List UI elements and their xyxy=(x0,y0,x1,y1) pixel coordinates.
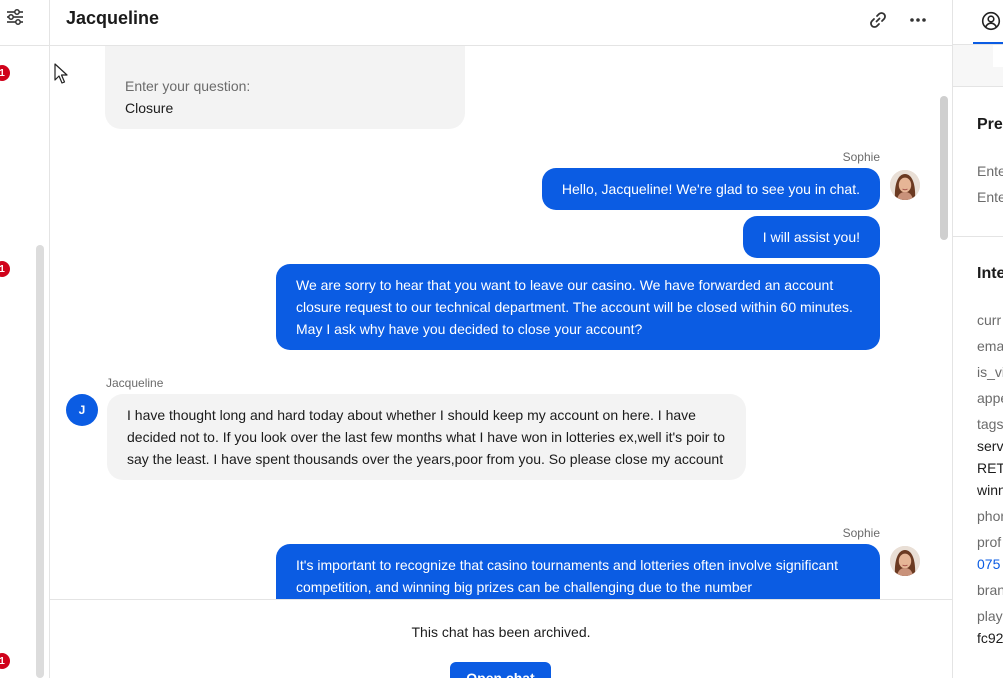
details-toolbar-tab xyxy=(993,45,1003,67)
prechat-question-value: Closure xyxy=(125,100,174,116)
page-title: Jacqueline xyxy=(66,8,160,28)
prechat-form-bubble: Enter your question: Closure xyxy=(105,46,465,129)
link-icon xyxy=(870,12,886,28)
chat-list-strip: 1 1 1 xyxy=(0,0,50,678)
filter-settings-button[interactable] xyxy=(4,6,26,28)
field-value: fc92 xyxy=(977,630,1003,646)
tab-customer-details[interactable] xyxy=(973,0,1003,44)
section-divider xyxy=(953,236,1003,237)
field-value: winn xyxy=(977,482,1003,498)
field-label: appe xyxy=(977,390,1003,406)
chat-header: Jacqueline xyxy=(50,0,952,46)
archived-notice: This chat has been archived. xyxy=(411,624,591,640)
agent-message: It's important to recognize that casino … xyxy=(276,544,880,599)
field-label: is_vi xyxy=(977,364,1003,380)
more-horizontal-icon xyxy=(910,18,926,22)
mouse-pointer-icon xyxy=(54,63,68,84)
prechat-section-heading: Pre xyxy=(977,116,1003,133)
field-label: ema xyxy=(977,338,1003,354)
strip-divider xyxy=(0,45,50,46)
open-chat-button[interactable]: Open chat xyxy=(450,662,551,678)
unread-badge[interactable]: 1 xyxy=(0,65,10,81)
field-label: play xyxy=(977,608,1003,624)
unread-badge[interactable]: 1 xyxy=(0,653,10,669)
field-link[interactable]: 075 xyxy=(977,556,1000,572)
field-label: tags xyxy=(977,416,1003,432)
chat-app: 1 1 1 Jacqueline Enter your question: Cl… xyxy=(0,0,1003,678)
agent-photo-icon xyxy=(890,546,920,576)
prechat-field-label: Ente xyxy=(977,163,1003,179)
user-circle-icon xyxy=(981,11,1001,31)
field-label: curr xyxy=(977,312,1002,328)
agent-name: Sophie xyxy=(842,526,880,540)
message-list: Enter your question: Closure Sophie Hell… xyxy=(50,46,952,599)
agent-avatar xyxy=(890,170,920,200)
details-panel: Pre Ente Ente Inte curr ema is_vi appe t… xyxy=(952,0,1003,678)
agent-photo-icon xyxy=(890,170,920,200)
copy-link-button[interactable] xyxy=(866,8,890,32)
agent-name: Sophie xyxy=(842,150,880,164)
integration-section-heading: Inte xyxy=(977,265,1003,282)
agent-avatar xyxy=(890,546,920,576)
agent-message: I will assist you! xyxy=(742,216,880,258)
prechat-field-label: Ente xyxy=(977,189,1003,205)
prechat-question-label: Enter your question: xyxy=(125,78,251,94)
field-value: RET xyxy=(977,460,1003,476)
agent-message: We are sorry to hear that you want to le… xyxy=(276,264,880,350)
agent-message: Hello, Jacqueline! We're glad to see you… xyxy=(541,168,880,210)
field-label: bran xyxy=(977,582,1003,598)
field-value: serv xyxy=(977,438,1003,454)
field-label: phon xyxy=(977,508,1003,524)
more-options-button[interactable] xyxy=(906,8,930,32)
message-list-scrollbar[interactable] xyxy=(940,96,948,240)
unread-badge[interactable]: 1 xyxy=(0,261,10,277)
customer-name: Jacqueline xyxy=(106,376,164,390)
field-label: prof xyxy=(977,534,1002,550)
customer-message: I have thought long and hard today about… xyxy=(107,394,746,480)
customer-avatar: J xyxy=(66,394,98,426)
chat-list-scrollbar[interactable] xyxy=(36,245,44,678)
sliders-icon xyxy=(7,9,23,25)
archived-footer: This chat has been archived. Open chat xyxy=(50,599,952,678)
